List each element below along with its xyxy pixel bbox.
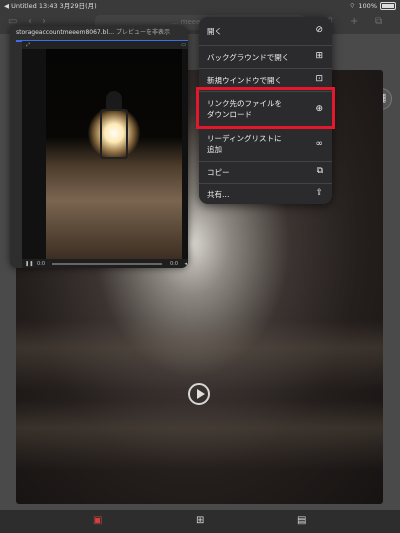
lantern-cap [106, 91, 122, 109]
menu-item-share[interactable]: 共有… ⇪ [199, 183, 332, 204]
tabs-icon[interactable]: ⧉ [375, 16, 382, 27]
preview-scrubber [52, 263, 162, 265]
menu-item-open-background[interactable]: バックグラウンドで開く ⊞ [199, 45, 332, 68]
lantern-frame [100, 109, 128, 159]
status-time: 13:43 [38, 2, 58, 10]
preview-url: storageaccountmeeem8067.bl… [16, 29, 115, 36]
expand-icon: ⤢ [26, 42, 31, 48]
compass-icon: ⊘ [315, 25, 323, 35]
preview-controls: ❚❚ 0:0 0:0 ◂ [22, 259, 188, 268]
plus-square-icon: ⊞ [315, 51, 323, 61]
status-date: 3月29日(月) [59, 2, 97, 10]
add-icon[interactable]: ⊞ [196, 515, 204, 526]
menu-item-open[interactable]: 開く ⊘ [199, 17, 332, 45]
pause-icon: ❚❚ [25, 261, 34, 267]
link-preview[interactable]: storageaccountmeeem8067.bl… プレビューを非表示 ⤢ … [10, 26, 188, 268]
image-icon[interactable]: ▣ [93, 515, 102, 526]
preview-time-right: 0:0 [169, 261, 178, 267]
battery-fill [382, 4, 394, 8]
bottom-tab-bar: ▣ ⊞ ▤ [0, 510, 400, 533]
menu-item-label-line2: 追加 [207, 145, 222, 154]
preview-video-topbar: ⤢ ▭ [22, 41, 188, 49]
new-tab-icon[interactable]: + [350, 16, 358, 27]
lantern-image [46, 49, 182, 259]
menu-item-label: 開く [207, 27, 222, 36]
menu-item-copy[interactable]: コピー ⧉ [199, 161, 332, 183]
menu-item-label: バックグラウンドで開く [207, 53, 290, 62]
status-left: ◀ Untitled 13:43 3月29日(月) [4, 0, 97, 12]
battery-percent: 100% [358, 2, 377, 10]
menu-item-label: 共有… [207, 190, 230, 199]
preview-video: ⤢ ▭ ❚❚ 0:0 0:0 ◂ [22, 41, 188, 268]
menu-item-label-line1: リーディングリストに [207, 134, 282, 143]
new-window-icon: ⊡ [315, 74, 323, 84]
menu-item-add-reading-list[interactable]: リーディングリストに 追加 ∞ [199, 127, 332, 161]
menu-item-label: 新規ウインドウで開く [207, 76, 282, 85]
pip-icon: ▭ [181, 42, 186, 48]
video-blur-band [16, 320, 383, 390]
menu-item-label: コピー [207, 168, 230, 177]
hide-preview-button[interactable]: プレビューを非表示 [116, 29, 170, 36]
preview-header: storageaccountmeeem8067.bl… プレビューを非表示 [16, 28, 186, 38]
glasses-icon: ∞ [315, 139, 324, 149]
wifi-icon: ⌔ [349, 2, 356, 10]
video-blur-band [16, 400, 383, 470]
highlight-box [196, 87, 335, 129]
back-to-app[interactable]: ◀ Untitled [4, 2, 37, 10]
volume-icon: ◂ [184, 261, 187, 267]
status-right: ⌔ 100% [349, 0, 396, 12]
preview-time-left: 0:0 [37, 261, 46, 267]
battery-icon [380, 2, 396, 10]
copy-icon: ⧉ [316, 166, 323, 176]
status-bar: ◀ Untitled 13:43 3月29日(月) ⌔ 100% [0, 0, 400, 12]
play-icon[interactable] [188, 383, 210, 405]
share-icon: ⇪ [315, 188, 323, 198]
contact-icon[interactable]: ▤ [297, 515, 306, 526]
